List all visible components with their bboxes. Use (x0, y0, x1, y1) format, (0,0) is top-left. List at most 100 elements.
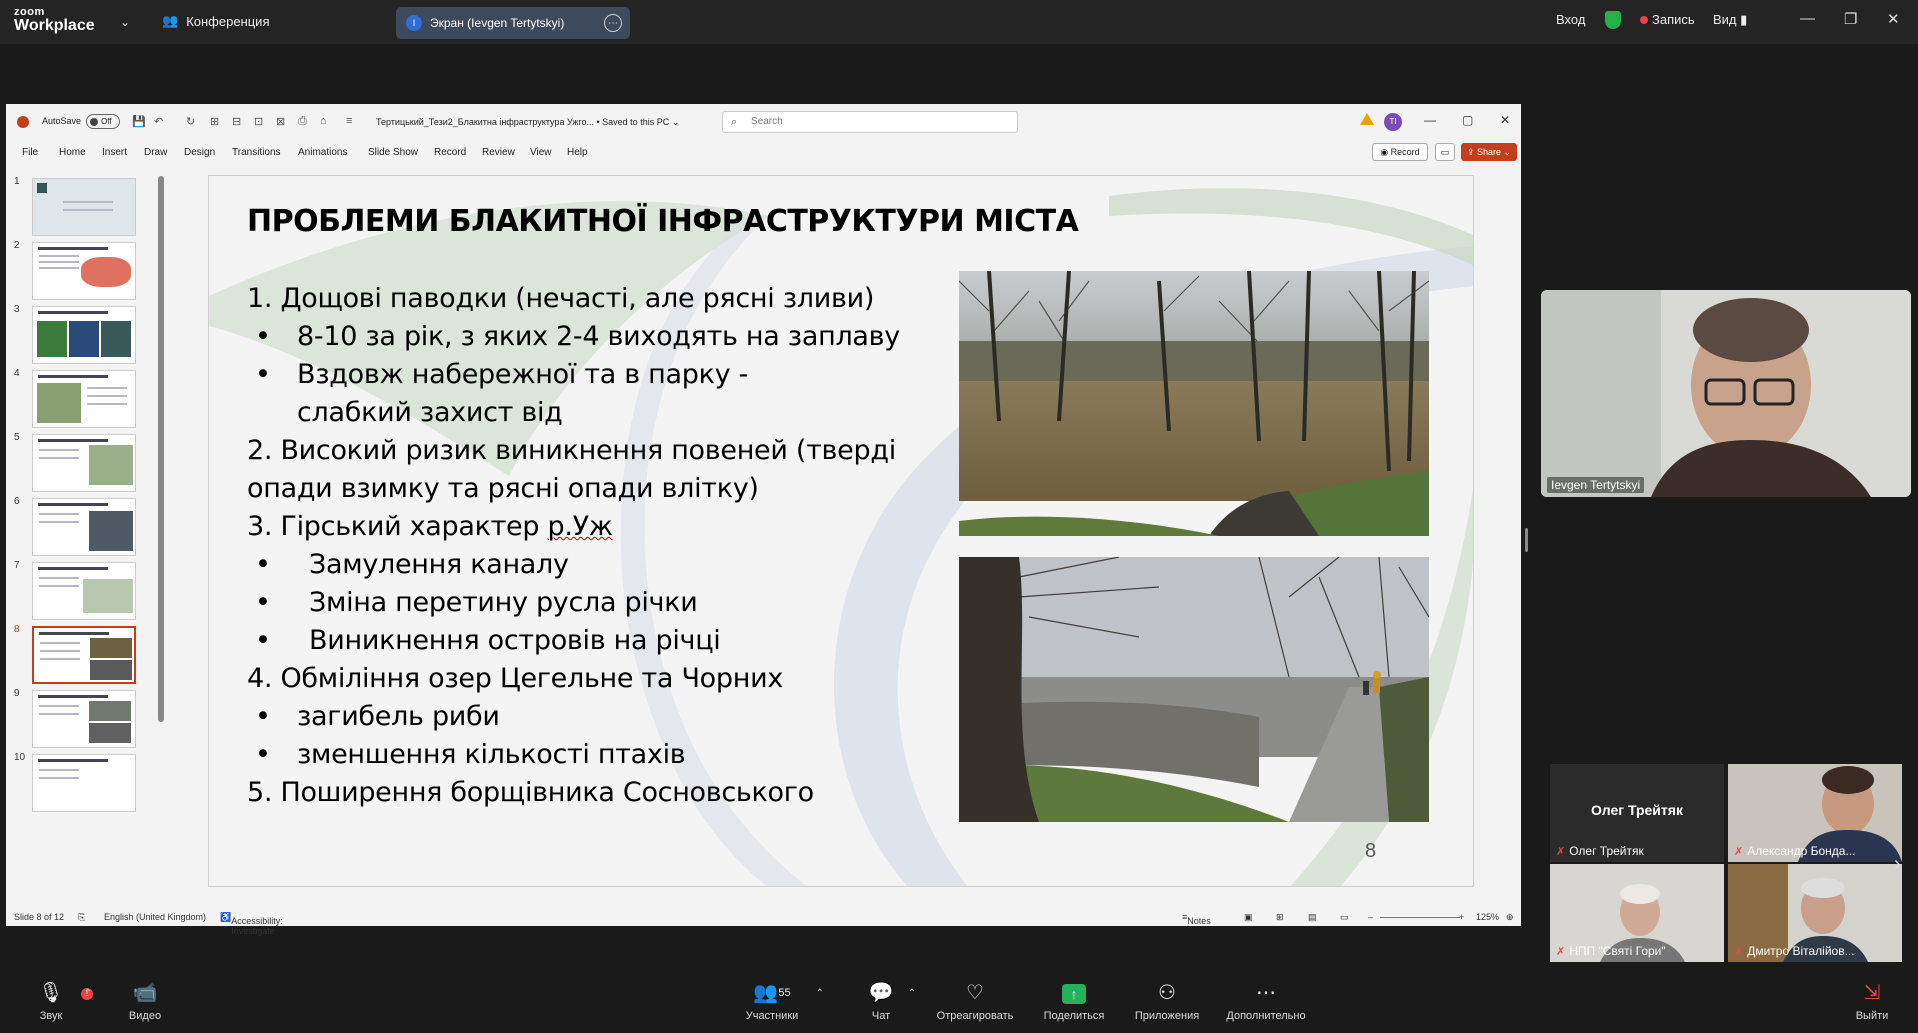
print-icon[interactable]: ⎙ (298, 115, 307, 128)
leave-button[interactable]: ⇲ Выйти (1852, 978, 1892, 1033)
participant-tile[interactable]: ✗ Дмитро Віталійов... (1728, 864, 1902, 962)
menu-help[interactable]: Help (567, 147, 588, 158)
slide-thumbnail-3[interactable] (32, 306, 136, 364)
menu-design[interactable]: Design (184, 147, 215, 158)
share-button[interactable]: ⇪ Share ⌄ (1461, 143, 1517, 161)
speaker-video[interactable]: Ievgen Tertytskyi (1541, 290, 1911, 497)
notes-button[interactable]: ≡ Notes (1182, 912, 1211, 926)
grid-icon: ▮ (1740, 12, 1748, 27)
slide-thumbnail-7[interactable] (32, 562, 136, 620)
screen-share-label: Экран (Ievgen Tertytskyi) (430, 16, 565, 30)
participant-name: ✗ Александр Бонда... (1734, 844, 1856, 858)
menu-view[interactable]: View (530, 147, 552, 158)
slide-thumbnail-10[interactable] (32, 754, 136, 812)
normal-view-icon[interactable]: ▣ (1244, 912, 1253, 923)
autosave-toggle[interactable]: Off (86, 114, 120, 129)
apps-button[interactable]: ⚇ Приложения (1128, 978, 1206, 1033)
muted-mic-icon: ✗ (1556, 946, 1566, 958)
slide-thumbnail-2[interactable] (32, 242, 136, 300)
thumb-number: 8 (14, 624, 20, 635)
slide-thumbnail-5[interactable] (32, 434, 136, 492)
record-indicator[interactable]: Запись (1640, 12, 1695, 27)
powerpoint-window: AutoSave Off 💾 ↶ ↻ ⊞ ⊟ ⊡ ⊠ ⎙ ⌂ ≡ Тертиць… (6, 104, 1521, 936)
zoom-slider[interactable] (1380, 917, 1460, 918)
slide-canvas[interactable]: ПРОБЛЕМИ БЛАКИТНОЇ ІНФРАСТРУКТУРИ МІСТА … (208, 175, 1474, 887)
zoom-out-icon[interactable]: – (1368, 912, 1373, 922)
menu-record[interactable]: Record (434, 147, 466, 158)
menu-home[interactable]: Home (59, 147, 86, 158)
record-button[interactable]: ◉ Record (1372, 143, 1428, 161)
participant-tile[interactable]: ✗ НПП "Святі Гори" (1550, 864, 1724, 962)
list-item: 2. Високий ризик виникнення повеней (тве… (247, 435, 896, 466)
quick-access-icon[interactable]: ⊡ (254, 115, 263, 128)
chevron-right-icon[interactable]: › (1894, 853, 1901, 876)
more-button[interactable]: ⋯ Дополнительно (1220, 978, 1312, 1033)
customize-icon[interactable]: ≡ (346, 115, 352, 127)
caret-up-icon[interactable]: ⌃ (908, 988, 916, 999)
quick-access-icon[interactable]: ⊠ (276, 115, 285, 128)
audio-label: Звук (39, 1010, 63, 1022)
thumb-number: 1 (14, 176, 20, 187)
restore-icon[interactable]: ❐ (1844, 10, 1857, 28)
zoom-level[interactable]: 125% (1476, 912, 1499, 922)
menu-draw[interactable]: Draw (144, 147, 167, 158)
slide-thumbnail-6[interactable] (32, 498, 136, 556)
zoom-logo-line2: Workplace (14, 17, 95, 34)
panel-splitter[interactable] (1525, 528, 1528, 552)
quick-access-icon[interactable]: ⊟ (232, 115, 241, 128)
participant-tile[interactable]: Олег Трейтяк ✗ Олег Трейтяк (1550, 764, 1724, 862)
more-options-icon[interactable]: ⋯ (604, 14, 622, 32)
video-button[interactable]: 📹 Видео (122, 978, 168, 1033)
view-button[interactable]: Вид ▮ (1713, 12, 1747, 28)
fit-slide-icon[interactable]: ⊕ (1506, 912, 1514, 923)
chat-button[interactable]: 💬 Чат ⌃ (864, 978, 916, 1033)
caret-up-icon[interactable]: ⌃ (816, 988, 824, 999)
participants-button[interactable]: 👥55 Участники ⌃ (738, 978, 824, 1033)
menu-slide-show[interactable]: Slide Show (368, 147, 418, 158)
minimize-icon[interactable]: — (1424, 113, 1436, 127)
slide-thumbnail-9[interactable] (32, 690, 136, 748)
slide-sorter-icon[interactable]: ⊞ (1276, 912, 1284, 923)
participant-tile[interactable]: ✗ Александр Бонда... (1728, 764, 1902, 862)
document-title[interactable]: Тертицький_Тези2_Блакитна інфраструктура… (376, 117, 679, 128)
language-label[interactable]: English (United Kingdom) (104, 912, 206, 922)
format-painter-icon[interactable]: ⌂ (320, 115, 327, 127)
minimize-icon[interactable]: — (1800, 10, 1815, 27)
thumb-number: 4 (14, 368, 20, 379)
list-item-underlined: р.Уж (547, 511, 613, 542)
caret-up-icon[interactable]: ⌃ (84, 988, 92, 999)
share-screen-button[interactable]: ↑ Поделиться (1038, 978, 1110, 1033)
chevron-down-icon[interactable]: ⌄ (120, 15, 130, 29)
avatar[interactable]: TI (1384, 113, 1402, 131)
restore-icon[interactable]: ▢ (1462, 113, 1473, 127)
audio-button[interactable]: 🎙 ! Звук ⌃ (28, 978, 93, 1033)
reading-view-icon[interactable]: ▤ (1308, 912, 1317, 923)
signin-button[interactable]: Вход (1556, 12, 1585, 27)
slide-thumbnail-1[interactable] (32, 178, 136, 236)
accessibility-status[interactable]: ♿ Accessibility: Investigate (220, 912, 283, 936)
slideshow-icon[interactable]: ▭ (1340, 912, 1349, 923)
react-button[interactable]: ♡ Отреагировать (932, 978, 1018, 1033)
menu-insert[interactable]: Insert (102, 147, 127, 158)
search-input[interactable]: ⌕ Search (722, 111, 1018, 133)
thumbnails-scrollbar[interactable] (158, 176, 164, 722)
zoom-in-icon[interactable]: + (1459, 912, 1464, 922)
close-icon[interactable]: ✕ (1500, 113, 1510, 127)
list-item: загибель риби (247, 698, 947, 736)
menu-file[interactable]: File (22, 147, 38, 158)
undo-icon[interactable]: ↶ (154, 115, 163, 128)
slide-thumbnail-4[interactable] (32, 370, 136, 428)
menu-animations[interactable]: Animations (298, 147, 347, 158)
menu-review[interactable]: Review (482, 147, 515, 158)
redo-icon[interactable]: ↻ (186, 115, 195, 128)
screen-share-pill[interactable]: I Экран (Ievgen Tertytskyi) ⋯ (396, 7, 630, 39)
save-icon[interactable]: 💾 (132, 115, 146, 128)
slide-thumbnail-8[interactable] (32, 626, 136, 684)
comment-icon[interactable]: ▭ (1435, 143, 1455, 161)
close-icon[interactable]: ✕ (1887, 10, 1900, 28)
conference-button[interactable]: 👥 Конференция (162, 13, 269, 29)
warning-icon[interactable] (1360, 113, 1374, 125)
quick-access-icon[interactable]: ⊞ (210, 115, 219, 128)
menu-transitions[interactable]: Transitions (232, 147, 281, 158)
spellcheck-icon[interactable]: ⎘ (78, 912, 85, 923)
